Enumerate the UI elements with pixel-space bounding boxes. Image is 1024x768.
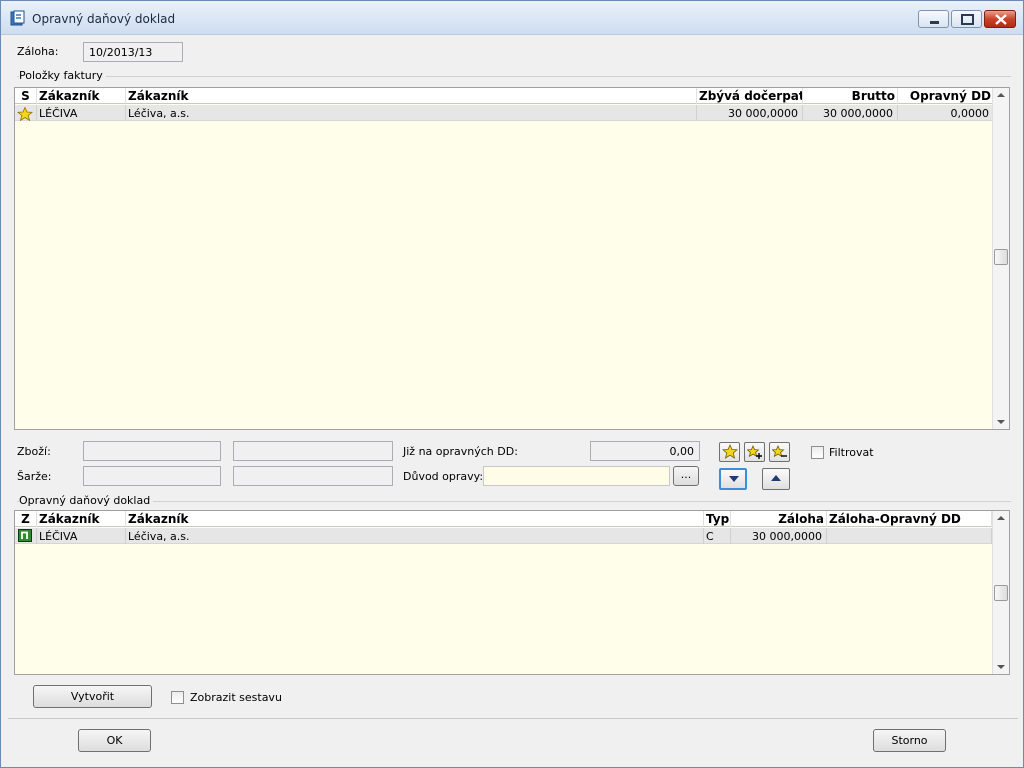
window-title: Opravný daňový doklad (32, 12, 176, 26)
polozky-group-line (17, 76, 1011, 77)
column-header-zakaznik-code[interactable]: Zákazník (37, 88, 126, 104)
column-header-zakaznik-code[interactable]: Zákazník (37, 511, 126, 527)
cell-zakaznik-code: LÉČIVA (37, 528, 126, 544)
polozky-grid-header: S Zákazník Zákazník Zbývá dočerpat Brutt… (15, 88, 994, 104)
zbozi-label: Zboží: (17, 445, 51, 458)
scroll-thumb[interactable] (994, 249, 1008, 265)
cell-zbyva-docerpat: 30 000,0000 (697, 105, 803, 121)
opravny-grid[interactable]: Z Zákazník Zákazník Typ Záloha Záloha-Op… (14, 510, 1010, 675)
zaloha-field[interactable]: 10/2013/13 (83, 42, 183, 62)
row-star-icon (15, 105, 37, 121)
table-row[interactable]: LÉČIVA Léčiva, a.s. 30 000,0000 30 000,0… (15, 105, 994, 121)
star-minus-icon (772, 445, 787, 458)
jiz-na-opravnych-field[interactable]: 0,00 (590, 441, 700, 461)
cell-opravny-dd: 0,0000 (898, 105, 994, 121)
footer-separator (8, 718, 1018, 719)
cell-typ: C (704, 528, 731, 544)
opravny-scrollbar[interactable] (992, 511, 1009, 674)
column-header-zaloha[interactable]: Záloha (731, 511, 827, 527)
column-header-typ[interactable]: Typ (704, 511, 731, 527)
cell-brutto: 30 000,0000 (803, 105, 898, 121)
polozky-scrollbar[interactable] (992, 88, 1009, 429)
column-header-zaloha-opravny-dd[interactable]: Záloha-Opravný DD (827, 511, 992, 527)
maximize-button[interactable] (951, 10, 982, 28)
star-icon (722, 444, 738, 459)
zobrazit-sestavu-label: Zobrazit sestavu (190, 691, 282, 704)
column-header-zakaznik-name[interactable]: Zákazník (126, 88, 697, 104)
column-header-s[interactable]: S (15, 88, 37, 104)
move-down-button[interactable] (719, 468, 747, 490)
cell-zakaznik-code: LÉČIVA (37, 105, 126, 121)
close-button[interactable] (984, 10, 1016, 28)
scroll-down-icon[interactable] (997, 420, 1005, 424)
sarze-label: Šarže: (17, 470, 52, 483)
column-header-z[interactable]: Z (15, 511, 37, 527)
duvod-browse-button[interactable]: ... (673, 466, 699, 486)
column-header-opravny-dd[interactable]: Opravný DD (898, 88, 994, 104)
sarze-name-field[interactable] (233, 466, 393, 486)
unmark-all-star-button[interactable] (769, 442, 790, 462)
column-header-brutto[interactable]: Brutto (803, 88, 898, 104)
scroll-up-icon[interactable] (997, 516, 1005, 520)
column-header-zbyva-docerpat[interactable]: Zbývá dočerpat (697, 88, 803, 104)
filtrovat-label: Filtrovat (829, 446, 874, 459)
cell-zakaznik-name: Léčiva, a.s. (126, 105, 697, 121)
storno-button[interactable]: Storno (873, 729, 946, 752)
star-plus-icon (747, 445, 762, 459)
cell-zaloha-opravny-dd (827, 528, 992, 544)
arrow-down-icon (729, 476, 739, 482)
table-row[interactable]: LÉČIVA Léčiva, a.s. C 30 000,0000 (15, 528, 992, 544)
column-header-zakaznik-name[interactable]: Zákazník (126, 511, 704, 527)
cell-zaloha: 30 000,0000 (731, 528, 827, 544)
zbozi-name-field[interactable] (233, 441, 393, 461)
move-up-button[interactable] (762, 468, 790, 490)
scroll-thumb[interactable] (994, 585, 1008, 601)
ok-button[interactable]: OK (78, 729, 151, 752)
filtrovat-checkbox[interactable] (811, 446, 824, 459)
scroll-up-icon[interactable] (997, 93, 1005, 97)
arrow-up-icon (771, 475, 781, 481)
zbozi-code-field[interactable] (83, 441, 221, 461)
opravny-group-line (17, 501, 1011, 502)
polozky-group-title: Položky faktury (19, 69, 106, 82)
duvod-opravy-label: Důvod opravy: (403, 470, 484, 483)
zaloha-label: Záloha: (17, 45, 59, 58)
cell-zakaznik-name: Léčiva, a.s. (126, 528, 704, 544)
dialog-window: Opravný daňový doklad Záloha: 10/2013/13… (0, 0, 1024, 768)
jiz-na-opravnych-label: Již na opravných DD: (403, 445, 518, 458)
mark-all-star-button[interactable] (744, 442, 765, 462)
zobrazit-sestavu-checkbox[interactable] (171, 691, 184, 704)
polozky-grid[interactable]: S Zákazník Zákazník Zbývá dočerpat Brutt… (14, 87, 1010, 430)
vytvorit-button[interactable]: Vytvořit (33, 685, 152, 708)
scroll-down-icon[interactable] (997, 665, 1005, 669)
polozky-grid-body (15, 88, 992, 429)
duvod-opravy-input[interactable] (483, 466, 670, 486)
mark-star-button[interactable] (719, 442, 740, 462)
row-marker-icon (15, 528, 37, 544)
minimize-button[interactable] (918, 10, 949, 28)
dialog-body: Záloha: 10/2013/13 Položky faktury S Zák… (8, 35, 1018, 762)
sarze-code-field[interactable] (83, 466, 221, 486)
title-bar[interactable]: Opravný daňový doklad (1, 1, 1023, 35)
app-icon (10, 10, 26, 26)
opravny-grid-header: Z Zákazník Zákazník Typ Záloha Záloha-Op… (15, 511, 992, 527)
opravny-group-title: Opravný daňový doklad (19, 494, 154, 507)
